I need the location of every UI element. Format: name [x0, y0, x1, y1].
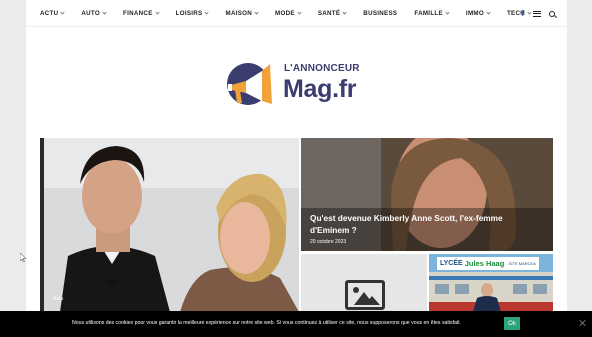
nav-item-actu[interactable]: ACTU [40, 9, 66, 17]
chevron-down-icon [102, 9, 107, 15]
nav-item-label: FAMILLE [414, 9, 443, 17]
mouse-cursor-icon [20, 253, 26, 262]
page: ACTU AUTO FINANCE LOISIRS MAISON MODE SA… [26, 0, 567, 337]
chevron-down-icon [155, 9, 160, 15]
nav-item-label: MODE [275, 9, 295, 17]
nav-item-business[interactable]: BUSINESS [363, 10, 397, 17]
article-date: 20 octobre 2023 [310, 239, 347, 245]
nav-item-label: LOISIRS [175, 9, 203, 17]
nav-item-label: FINANCE [123, 9, 153, 17]
search-icon[interactable] [549, 10, 555, 17]
nav-item-label: AUTO [81, 9, 101, 17]
nav-item-immo[interactable]: IMMO [465, 9, 491, 17]
nav-menu: ACTU AUTO FINANCE LOISIRS MAISON MODE SA… [40, 10, 548, 17]
logo-text-bottom: Mag.fr [283, 75, 357, 103]
chevron-down-icon [445, 9, 450, 15]
featured-article-kimberly[interactable]: Qu'est devenue Kimberly Anne Scott, l'ex… [301, 138, 553, 251]
featured-main-image [40, 138, 299, 312]
nav-item-label: IMMO [465, 9, 484, 17]
nav-item-auto[interactable]: AUTO [81, 9, 107, 17]
cookie-accept-button[interactable]: Ok [504, 317, 520, 330]
article-category-tag[interactable]: Actu [53, 296, 63, 302]
facebook-icon[interactable]: f [521, 9, 524, 18]
nav-item-mode[interactable]: MODE [275, 9, 302, 17]
nav-item-label: BUSINESS [363, 9, 398, 17]
chevron-down-icon [297, 9, 302, 15]
featured-main-article[interactable]: Actu [40, 138, 299, 312]
chevron-down-icon [254, 9, 259, 15]
nav-item-sante[interactable]: SANTÉ [317, 9, 347, 17]
sign-word: Jules Haag [464, 259, 505, 268]
logo-text-top: L'ANNONCEUR [284, 63, 360, 74]
nav-item-famille[interactable]: FAMILLE [414, 9, 450, 17]
article-placeholder-tile[interactable] [301, 254, 427, 312]
article-title[interactable]: Qu'est devenue Kimberly Anne Scott, l'ex… [310, 213, 540, 236]
sign-word: - SITE MARCEA [506, 261, 536, 266]
nav-item-label: SANTÉ [317, 9, 341, 17]
chevron-down-icon [204, 9, 210, 15]
nav-item-label: MAISON [225, 9, 253, 17]
chevron-down-icon [342, 9, 347, 15]
school-sign: LYCÉE Jules Haag - SITE MARCEA [437, 257, 539, 270]
megaphone-logo-icon [227, 63, 272, 105]
hamburger-menu-icon[interactable] [533, 10, 541, 17]
sign-word: LYCÉE [440, 260, 463, 267]
article-school-tile[interactable]: LYCÉE Jules Haag - SITE MARCEA [429, 254, 553, 312]
site-logo[interactable]: L'ANNONCEUR Mag.fr [226, 57, 368, 109]
image-placeholder-icon [345, 280, 385, 310]
nav-item-loisirs[interactable]: LOISIRS [175, 9, 210, 17]
cookie-message: Nous utilisons des cookies pour vous gar… [72, 320, 461, 326]
nav-item-maison[interactable]: MAISON [225, 9, 259, 17]
chevron-down-icon [60, 9, 66, 15]
cookie-consent-bar: Nous utilisons des cookies pour vous gar… [0, 311, 592, 337]
close-icon[interactable] [578, 319, 586, 327]
mountain-shape [364, 296, 380, 305]
nav-item-finance[interactable]: FINANCE [123, 9, 160, 17]
nav-tools: f [521, 0, 555, 27]
nav-item-label: ACTU [40, 9, 59, 17]
main-nav: ACTU AUTO FINANCE LOISIRS MAISON MODE SA… [26, 0, 567, 27]
chevron-down-icon [486, 9, 491, 15]
